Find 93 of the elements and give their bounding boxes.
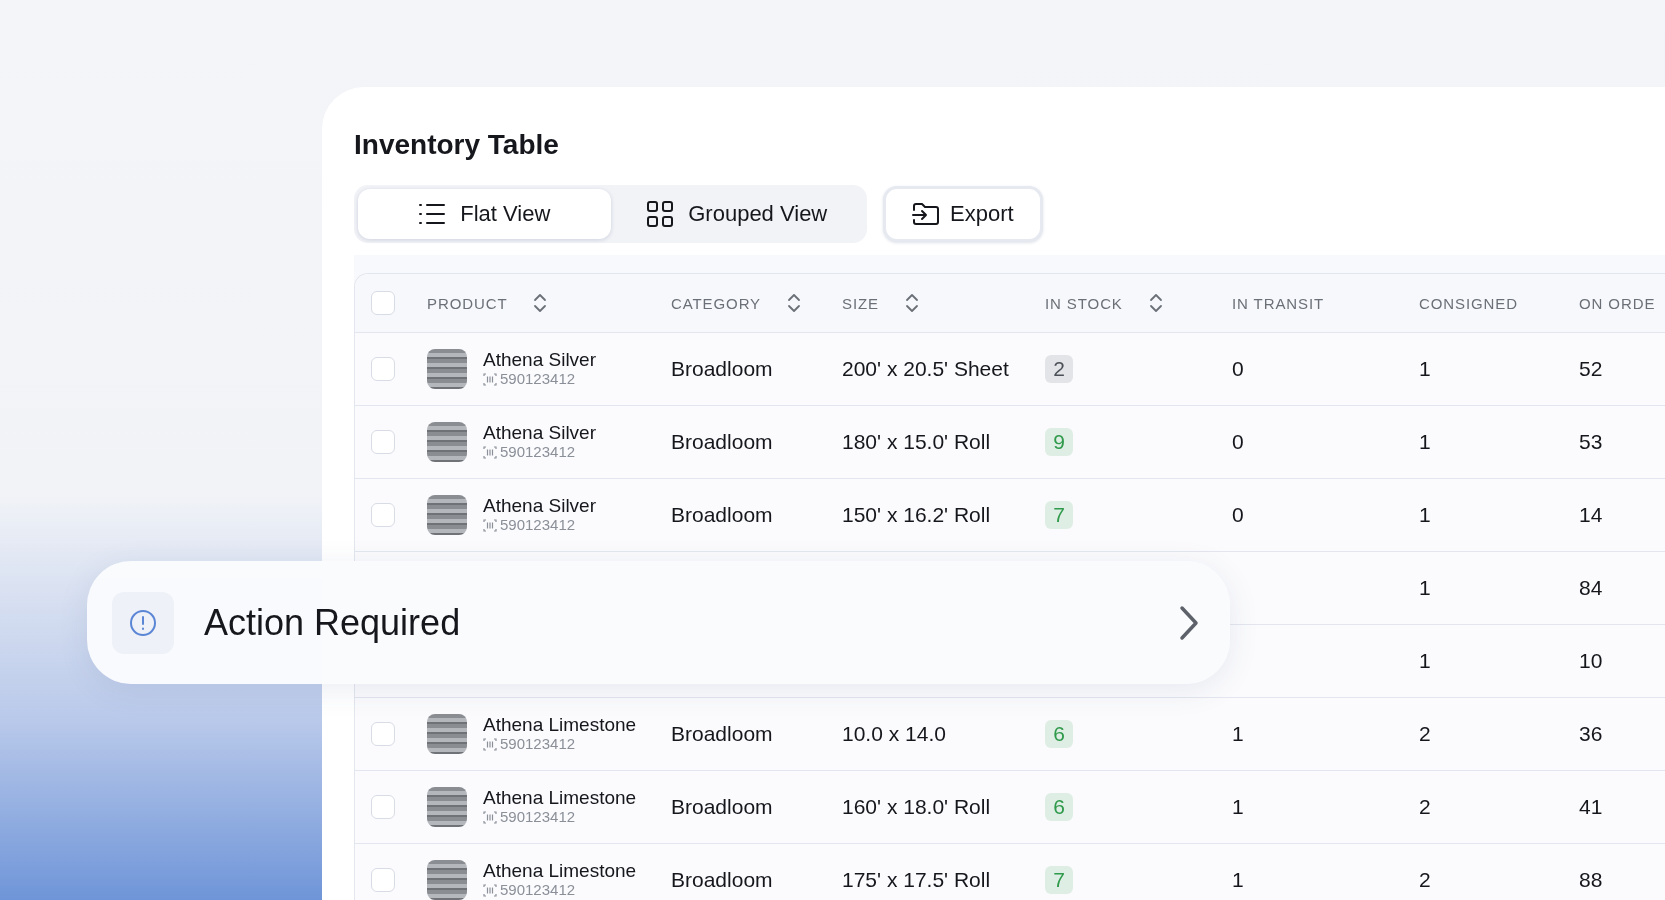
alert-text: Action Required <box>204 601 462 644</box>
product-sku: 590123412 <box>500 517 576 534</box>
product-sku: 590123412 <box>500 371 576 388</box>
table-cell-text: 150' x 16.2' Roll <box>842 503 992 527</box>
row-checkbox[interactable] <box>371 722 395 746</box>
product-sku: 590123412 <box>500 809 576 826</box>
product-name: Athena Limestone <box>483 788 637 810</box>
table-cell-text: 160' x 18.0' Roll <box>842 795 992 819</box>
product-name: Athena Limestone <box>483 715 637 737</box>
table-cell-text: 175' x 17.5' Roll <box>842 868 992 892</box>
table-cell-text: 1 <box>1232 722 1245 746</box>
table-cell-text: Broadloom <box>671 357 774 381</box>
folder-arrow-icon <box>912 202 940 226</box>
table-cell-text: 84 <box>1579 576 1604 600</box>
table-cell-text: Broadloom <box>671 868 774 892</box>
table-cell-text: 52 <box>1579 357 1604 381</box>
row-checkbox[interactable] <box>371 868 395 892</box>
product-thumbnail <box>427 422 467 462</box>
view-tab[interactable]: Flat View <box>358 189 611 239</box>
table-cell-text: 1 <box>1419 649 1432 673</box>
table-cell-text: 2 <box>1419 722 1432 746</box>
grid-icon <box>646 200 675 228</box>
view-tab[interactable]: Grouped View <box>610 189 863 239</box>
table-cell-text: 180' x 15.0' Roll <box>842 430 992 454</box>
stock-badge: 2 <box>1045 355 1073 383</box>
barcode-icon <box>483 372 497 386</box>
table-cell-text: 1 <box>1419 576 1432 600</box>
row-checkbox[interactable] <box>371 430 395 454</box>
product-sku: 590123412 <box>500 736 576 753</box>
table-cell-text: 1 <box>1419 430 1432 454</box>
product-thumbnail <box>427 714 467 754</box>
table-cell-text: 1 <box>1232 868 1245 892</box>
table-cell-text: 200' x 20.5' Sheet <box>842 357 1010 381</box>
table-cell-text: Broadloom <box>671 795 774 819</box>
action-required-toast[interactable]: Action Required <box>87 561 1230 684</box>
product-name: Athena Silver <box>483 496 596 518</box>
sort-icon[interactable] <box>1148 293 1163 313</box>
column-header: SIZE <box>842 294 879 312</box>
stock-badge: 7 <box>1045 866 1073 894</box>
table-cell-text: Broadloom <box>671 722 774 746</box>
table-cell-text: 1 <box>1419 503 1432 527</box>
column-header: PRODUCT <box>427 294 508 312</box>
product-sku: 590123412 <box>500 882 576 899</box>
table-cell-text: 1 <box>1232 795 1245 819</box>
table-cell-text: 0 <box>1232 430 1245 454</box>
table-cell-text: 14 <box>1579 503 1604 527</box>
table-cell-text: 36 <box>1579 722 1604 746</box>
product-name: Athena Silver <box>483 423 596 445</box>
product-thumbnail <box>427 349 467 389</box>
table-cell-text: 0 <box>1232 357 1245 381</box>
product-sku: 590123412 <box>500 444 576 461</box>
table-cell-text: Broadloom <box>671 430 774 454</box>
sort-icon[interactable] <box>787 293 801 313</box>
table-cell-text: 2 <box>1419 868 1432 892</box>
column-header: CATEGORY <box>671 294 761 312</box>
column-header: IN STOCK <box>1045 294 1123 312</box>
product-name: Athena Silver <box>483 350 596 372</box>
table-cell-text: 0 <box>1232 503 1245 527</box>
product-thumbnail <box>427 787 467 827</box>
select-all-checkbox[interactable] <box>371 291 395 315</box>
stock-badge: 6 <box>1045 793 1073 821</box>
column-header: CONSIGNED <box>1419 294 1518 312</box>
list-icon <box>418 202 447 226</box>
chevron-right-icon[interactable] <box>1178 604 1200 641</box>
table-cell-text: 10 <box>1579 649 1604 673</box>
row-checkbox[interactable] <box>371 503 395 527</box>
product-thumbnail <box>427 860 467 900</box>
export-button[interactable]: Export <box>883 186 1043 242</box>
table-cell-text: 53 <box>1579 430 1604 454</box>
barcode-icon <box>483 883 497 897</box>
stock-badge: 7 <box>1045 501 1073 529</box>
page-title: Inventory Table <box>354 129 560 161</box>
sort-icon[interactable] <box>533 293 548 313</box>
table-cell-text: Broadloom <box>671 503 774 527</box>
table-cell-text: 88 <box>1579 868 1604 892</box>
table-cell-text: 41 <box>1579 795 1604 819</box>
stock-badge: 9 <box>1045 428 1073 456</box>
table-cell-text: 1 <box>1419 357 1432 381</box>
sort-icon[interactable] <box>904 293 919 313</box>
product-thumbnail <box>427 495 467 535</box>
barcode-icon <box>483 737 497 751</box>
stock-badge: 6 <box>1045 720 1073 748</box>
barcode-icon <box>483 445 497 459</box>
column-header: IN TRANSIT <box>1232 294 1325 312</box>
table-cell-text: 2 <box>1419 795 1432 819</box>
row-checkbox[interactable] <box>371 795 395 819</box>
table-cell-text: 10.0 x 14.0 <box>842 722 947 746</box>
alert-icon <box>128 607 158 638</box>
product-name: Athena Limestone <box>483 861 637 883</box>
row-checkbox[interactable] <box>371 357 395 381</box>
column-header: ON ORDE <box>1579 294 1656 312</box>
barcode-icon <box>483 810 497 824</box>
barcode-icon <box>483 518 497 532</box>
